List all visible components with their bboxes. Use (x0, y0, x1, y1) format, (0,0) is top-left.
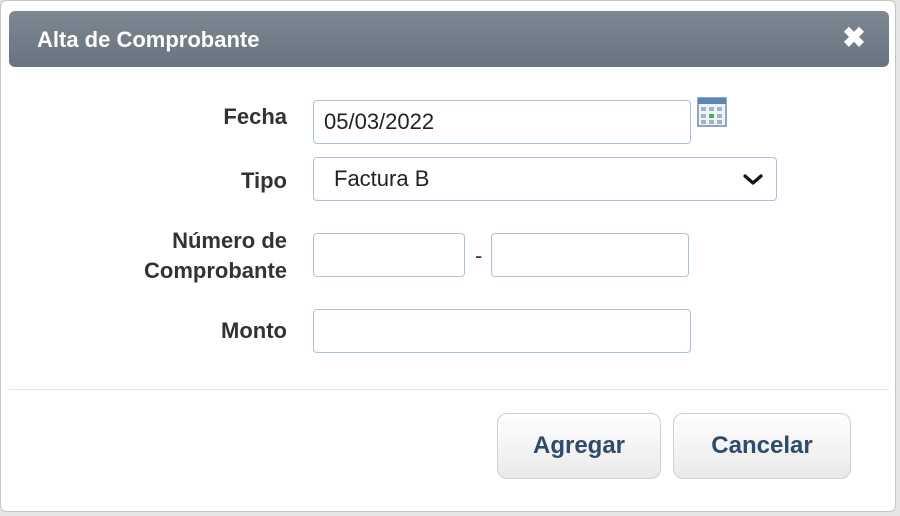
close-icon[interactable]: ✖ (839, 23, 869, 53)
chevron-down-icon (743, 174, 763, 185)
numero-comprobante-input[interactable] (491, 233, 689, 277)
cancelar-button[interactable]: Cancelar (673, 413, 851, 479)
tipo-selected-value: Factura B (334, 166, 430, 191)
monto-label: Monto (221, 318, 287, 343)
numero-separator: - (475, 243, 483, 268)
footer-divider (9, 389, 889, 390)
dialog-title: Alta de Comprobante (37, 27, 260, 52)
agregar-button[interactable]: Agregar (497, 413, 661, 479)
numero-punto-venta-input[interactable] (313, 233, 465, 277)
dialog-titlebar[interactable]: Alta de Comprobante ✖ (9, 11, 889, 67)
tipo-select[interactable]: Factura B (313, 157, 777, 201)
calendar-icon[interactable] (697, 97, 727, 127)
fecha-input[interactable] (313, 100, 691, 144)
numero-label-line1: Número de (172, 228, 287, 253)
tipo-label: Tipo (240, 168, 287, 193)
fecha-label: Fecha (223, 104, 287, 129)
monto-input[interactable] (313, 309, 691, 353)
dialog: Alta de Comprobante ✖ Fecha Tipo Factura… (0, 0, 896, 512)
numero-label-line2: Comprobante (144, 258, 287, 283)
